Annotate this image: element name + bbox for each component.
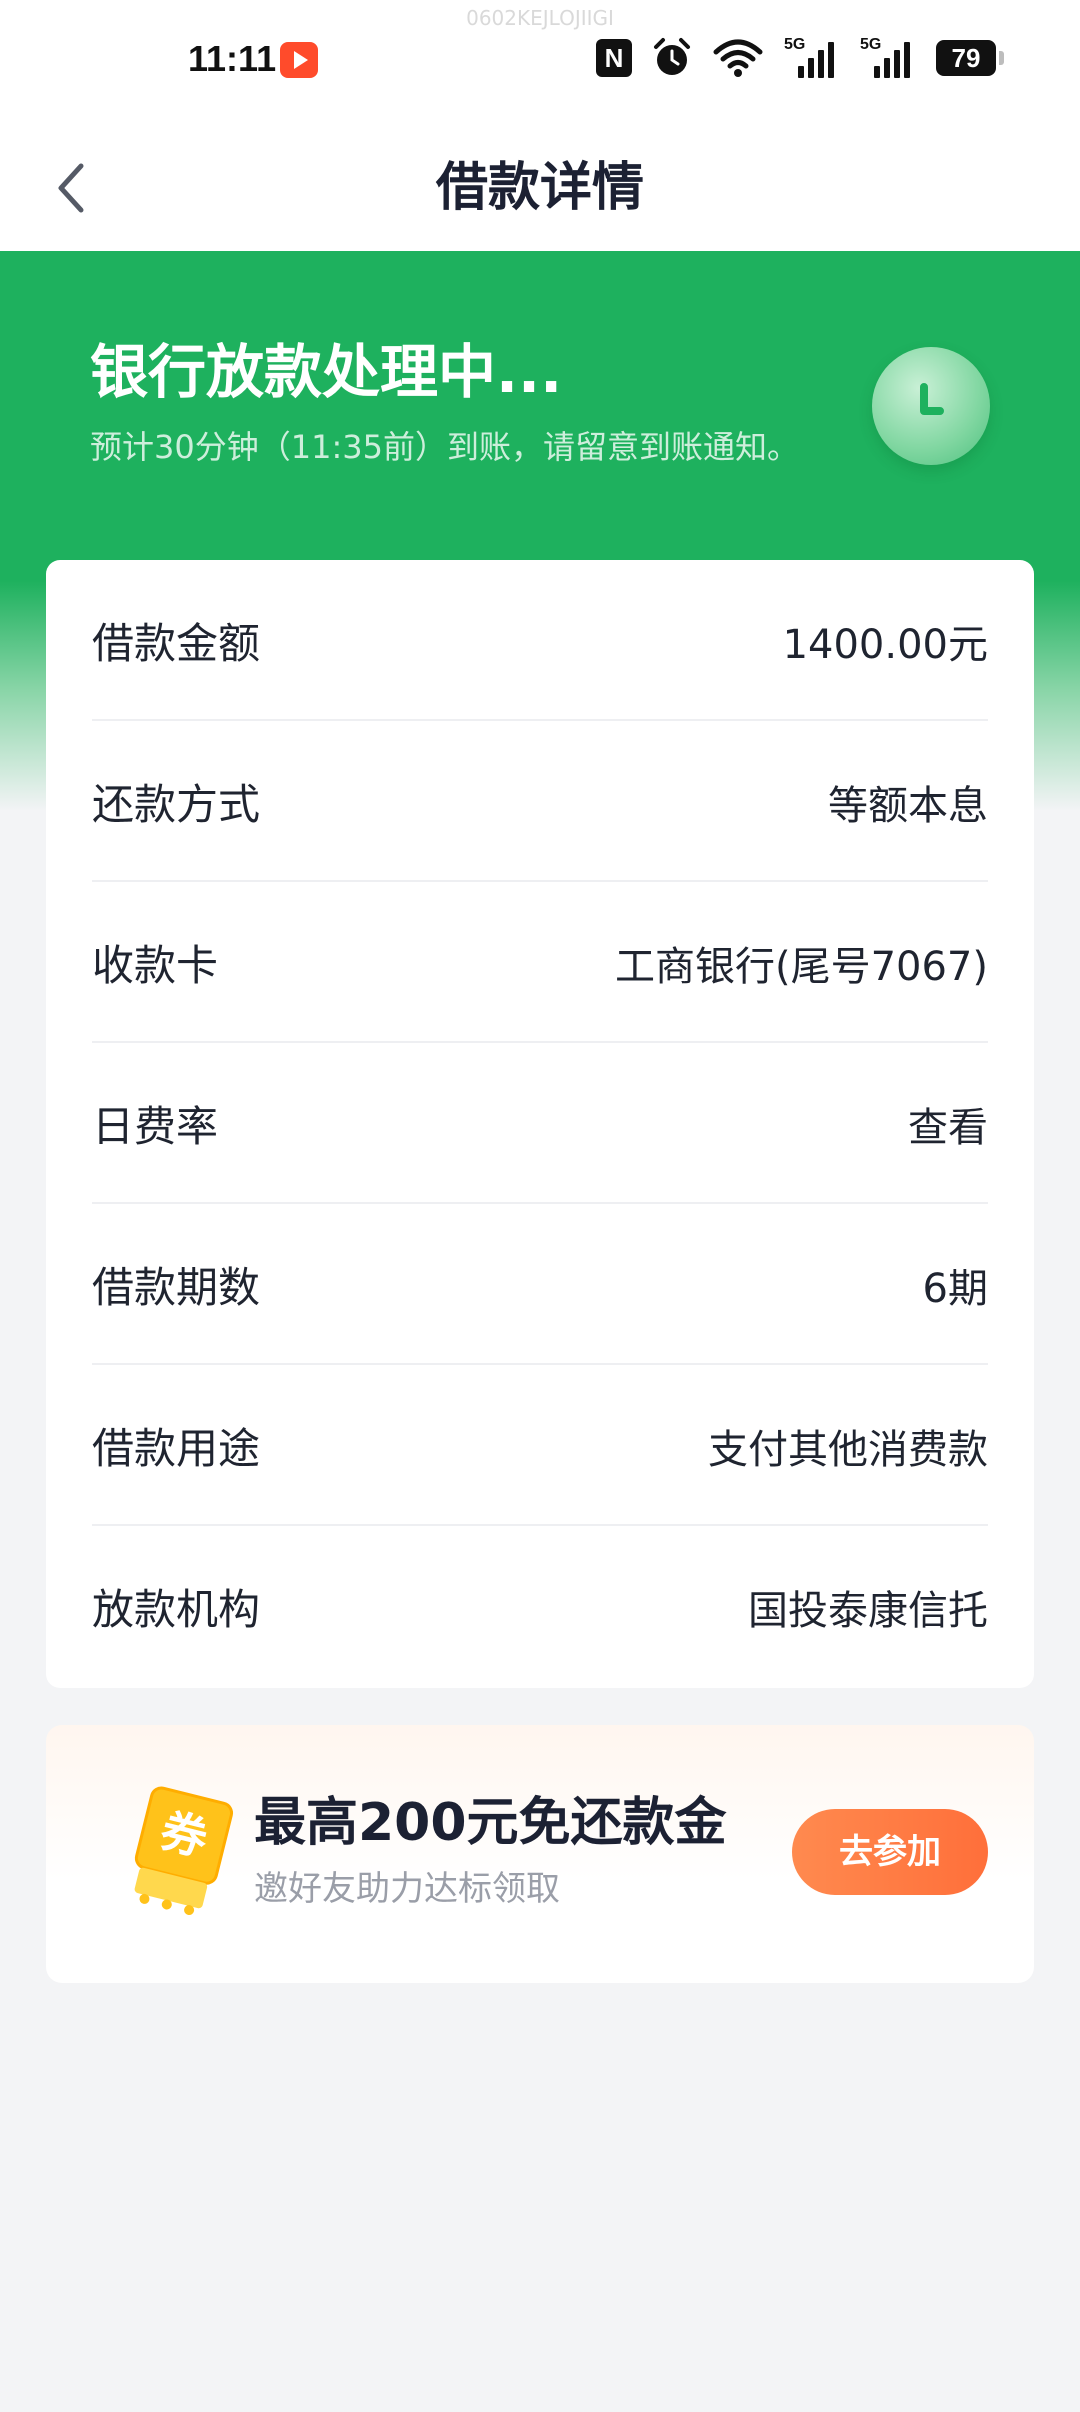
detail-row-installments: 借款期数 6期 (92, 1204, 988, 1365)
promo-card[interactable]: 券 最高200元免还款金 邀好友助力达标领取 去参加 (46, 1725, 1034, 1983)
view-rate-link[interactable]: 查看 (908, 1095, 988, 1153)
loan-detail-card: 借款金额 1400.00元 还款方式 等额本息 收款卡 工商银行(尾号7067)… (46, 560, 1034, 1688)
video-app-icon (280, 42, 318, 78)
detail-row-daily-rate[interactable]: 日费率 查看 (92, 1043, 988, 1204)
row-value: 工商银行(尾号7067) (614, 943, 988, 990)
promo-title: 最高200元免还款金 (254, 1793, 727, 1853)
signal-icon: 5G (784, 36, 840, 78)
row-value: 6期 (922, 1265, 988, 1312)
detail-row-purpose: 借款用途 支付其他消费款 (92, 1365, 988, 1526)
row-label: 还款方式 (92, 780, 261, 829)
join-button[interactable]: 去参加 (792, 1809, 988, 1895)
row-label: 借款金额 (92, 619, 261, 668)
detail-row-amount: 借款金额 1400.00元 (92, 560, 988, 721)
nav-bar: 借款详情 (0, 125, 1080, 251)
nfc-icon: N (596, 39, 632, 77)
detail-row-repayment-method: 还款方式 等额本息 (92, 721, 988, 882)
banner-subtitle: 预计30分钟（11:35前）到账，请留意到账通知。 (90, 428, 799, 466)
row-label: 借款用途 (92, 1424, 261, 1473)
wifi-icon (712, 38, 764, 78)
page-title: 借款详情 (435, 158, 644, 218)
row-label: 日费率 (92, 1102, 219, 1151)
row-value: 支付其他消费款 (708, 1426, 988, 1473)
status-icons: N 5G 5G 79 (596, 36, 1004, 80)
status-bar: 0602KEJLOJIIGI 11:11 N 5G 5G 79 (0, 0, 1080, 125)
row-value: 等额本息 (828, 782, 988, 829)
row-label: 借款期数 (92, 1263, 261, 1312)
alarm-icon (652, 37, 692, 79)
row-value: 国投泰康信托 (748, 1587, 988, 1634)
detail-row-lender: 放款机构 国投泰康信托 (92, 1526, 988, 1687)
row-label: 放款机构 (92, 1585, 261, 1634)
signal-icon-2: 5G (860, 36, 916, 78)
watermark-text: 0602KEJLOJIIGI (466, 6, 614, 30)
promo-subtitle: 邀好友助力达标领取 (254, 1869, 560, 1909)
battery-icon: 79 (936, 40, 1004, 76)
banner-title: 银行放款处理中... (90, 338, 563, 406)
row-label: 收款卡 (92, 941, 219, 990)
detail-row-receiving-card: 收款卡 工商银行(尾号7067) (92, 882, 988, 1043)
row-value: 1400.00元 (782, 621, 988, 668)
status-time: 11:11 (188, 38, 277, 79)
coupon-icon: 券 (100, 1785, 250, 1925)
clock-icon (872, 347, 990, 465)
